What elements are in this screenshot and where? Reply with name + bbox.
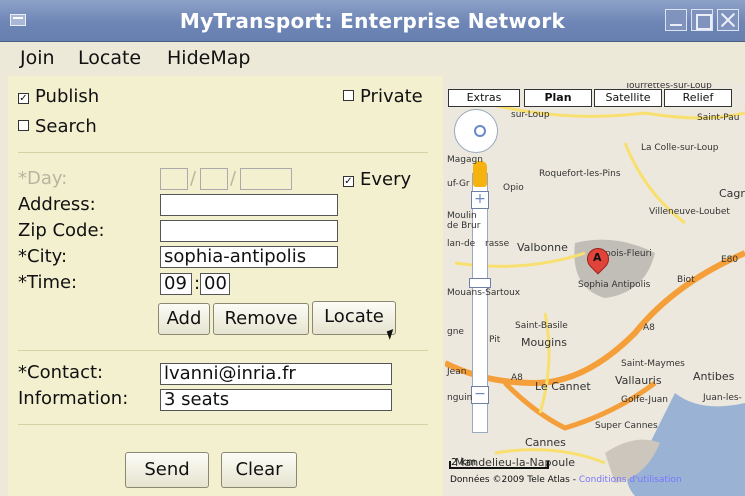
map-label: Le Cannet (535, 380, 591, 393)
map-label: Saint-Basile (515, 321, 568, 331)
information-label: Information: (18, 388, 129, 409)
map-label: pois-Fleuri (605, 249, 652, 259)
day-field[interactable] (160, 168, 188, 190)
year-field[interactable] (240, 168, 292, 190)
publish-check-icon: ✓ (18, 93, 29, 104)
separator (18, 350, 428, 351)
map-label: Valbonne (517, 241, 568, 254)
address-label: Address: (18, 194, 96, 215)
every-checkbox[interactable]: ✓ Every (343, 169, 411, 190)
month-field[interactable] (200, 168, 228, 190)
menu-bar: Join Locate HideMap (0, 42, 745, 74)
time-hours-field[interactable]: 09 (160, 273, 192, 295)
send-button[interactable]: Send (125, 452, 209, 488)
search-check-icon (18, 120, 29, 131)
map-label: de Brur (447, 221, 481, 231)
maximize-button[interactable] (691, 9, 713, 31)
map-label: Saint-Maymes (621, 359, 685, 369)
maptype-plan[interactable]: Plan (524, 89, 592, 107)
map-view[interactable]: Extras Plan Satellite Relief + − Tourret… (445, 83, 745, 496)
map-label: Super Cannes (595, 421, 658, 431)
pan-control-icon[interactable] (454, 109, 498, 153)
window-title: MyTransport: Enterprise Network (179, 9, 566, 33)
map-label: gne (447, 327, 464, 337)
map-label: A8 (643, 323, 655, 333)
city-label: *City: (18, 246, 68, 267)
day-label: *Day: (18, 168, 68, 189)
add-button[interactable]: Add (158, 303, 210, 335)
map-label: La Colle-sur-Loup (641, 143, 719, 153)
menu-hidemap[interactable]: HideMap (167, 47, 250, 69)
time-minutes-field[interactable]: 00 (200, 273, 230, 295)
map-label: Pit (489, 335, 501, 345)
contact-label: *Contact: (18, 362, 104, 383)
map-label: Cagr (719, 187, 745, 200)
search-label: Search (35, 116, 97, 137)
publish-checkbox[interactable]: ✓ Publish (18, 86, 99, 107)
maptype-extras[interactable]: Extras (448, 89, 520, 107)
map-label: lan-de (447, 239, 476, 249)
zoom-out-button[interactable]: − (471, 386, 489, 404)
map-label: Sophia Antipolis (578, 280, 651, 290)
separator (18, 424, 428, 425)
map-label: Saint-Pau (697, 113, 740, 123)
map-label: Roquefort-les-Pins (539, 169, 621, 179)
remove-button[interactable]: Remove (213, 303, 309, 335)
map-label: Biot (677, 275, 695, 285)
form-panel: ✓ Publish Private Search *Day: / / ✓ Every… (8, 76, 443, 496)
map-scale-label: 2 km (451, 457, 477, 468)
zoom-in-button[interactable]: + (471, 191, 489, 209)
map-label: Juan-les- (703, 393, 742, 403)
close-button[interactable] (717, 9, 739, 31)
time-label: *Time: (18, 272, 78, 293)
menu-locate[interactable]: Locate (78, 47, 141, 69)
map-label: Vallauris (615, 374, 662, 387)
map-label: Mouans-Sartoux (447, 288, 521, 298)
menu-join[interactable]: Join (20, 47, 55, 69)
zip-label: Zip Code: (18, 220, 105, 241)
map-label: Golfe-Juan (621, 395, 669, 405)
map-label: Mougins (521, 336, 567, 349)
maptype-satellite[interactable]: Satellite (594, 89, 662, 107)
maptype-relief[interactable]: Relief (664, 89, 732, 107)
every-check-icon: ✓ (343, 176, 354, 187)
private-check-icon (343, 90, 354, 101)
clear-button[interactable]: Clear (221, 452, 297, 488)
contact-field[interactable]: lvanni@inria.fr (160, 363, 392, 385)
map-label: Cannes (525, 436, 566, 449)
locate-button[interactable]: Locate (312, 301, 396, 335)
map-label: uf-Gr (447, 179, 470, 189)
minimize-button[interactable] (665, 9, 687, 31)
title-bar: MyTransport: Enterprise Network (0, 0, 745, 42)
map-label: rasse (485, 239, 510, 249)
zip-field[interactable] (160, 220, 338, 242)
map-label: Moulin (447, 211, 477, 221)
map-label: sur-Loup (511, 110, 550, 120)
map-label: Villeneuve-Loubet (649, 207, 730, 217)
zoom-slider-thumb[interactable] (469, 278, 491, 288)
date-separator: / (190, 168, 197, 189)
copyright-text: Données ©2009 Tele Atlas - (450, 475, 579, 485)
terms-link[interactable]: Conditions d'utilisation (579, 475, 682, 485)
map-label: Tourrettes-sur-Loup (625, 83, 712, 91)
map-label: Opio (503, 183, 524, 193)
separator (18, 152, 428, 153)
private-checkbox[interactable]: Private (343, 86, 423, 107)
city-field[interactable]: sophia-antipolis (160, 246, 338, 268)
map-label: nguin (447, 393, 473, 403)
map-label: Antibes (693, 370, 735, 383)
address-field[interactable] (160, 194, 338, 216)
map-copyright: Données ©2009 Tele Atlas - Conditions d'… (450, 475, 682, 485)
map-label: Jean (447, 367, 467, 377)
information-field[interactable]: 3 seats (160, 389, 392, 411)
date-separator: / (230, 168, 237, 189)
private-label: Private (360, 86, 423, 107)
search-checkbox[interactable]: Search (18, 116, 97, 137)
every-label: Every (360, 169, 412, 190)
map-label: A8 (511, 373, 523, 383)
map-label: Magagn (447, 155, 483, 165)
publish-label: Publish (35, 86, 100, 107)
marker-label: A (593, 251, 602, 264)
map-label: E80 (721, 255, 739, 265)
